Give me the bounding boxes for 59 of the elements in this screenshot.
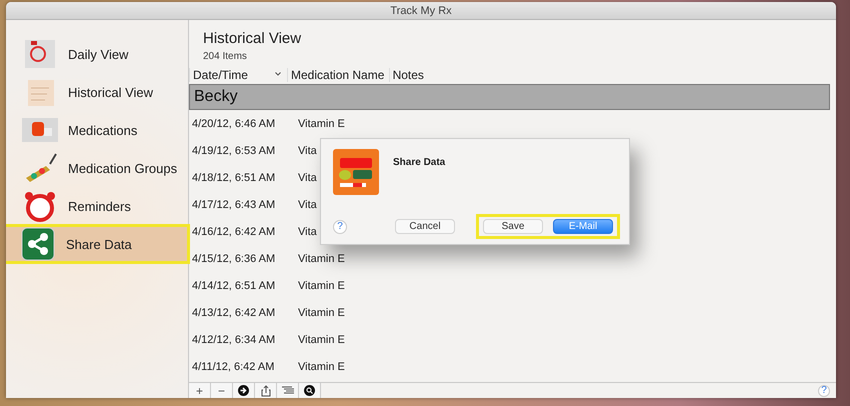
sidebar-item[interactable]: Medications: [6, 112, 188, 148]
column-header[interactable]: Date/Time: [189, 68, 288, 82]
alarm-clock-icon: [22, 190, 58, 222]
table-cell: 4/14/12, 6:51 AM: [192, 280, 276, 292]
table-cell: 4/16/12, 6:42 AM: [192, 226, 276, 238]
table-cell: 4/13/12, 6:42 AM: [192, 306, 276, 318]
help-button[interactable]: ?: [333, 220, 347, 234]
list-icon: [282, 386, 294, 395]
sidebar-item[interactable]: Daily View: [6, 36, 188, 72]
table-cell: 4/17/12, 6:43 AM: [192, 198, 276, 210]
search-button[interactable]: [299, 383, 321, 398]
sidebar-label: Reminders: [68, 198, 131, 214]
sidebar-label: Historical View: [68, 84, 154, 100]
table-cell: 4/12/12, 6:34 AM: [192, 334, 276, 346]
sidebar-item[interactable]: Medication Groups: [6, 150, 188, 186]
column-header[interactable]: Medication Name: [287, 68, 389, 82]
app-icon: [333, 149, 379, 195]
save-button[interactable]: Save: [483, 219, 543, 234]
sidebar-label: Medications: [68, 122, 138, 138]
column-header[interactable]: Notes: [388, 68, 836, 82]
table-cell: 4/19/12, 6:53 AM: [192, 144, 276, 156]
table-cell: 4/15/12, 6:36 AM: [192, 252, 276, 264]
sort-caret-icon: [275, 72, 282, 76]
add-button[interactable]: +: [189, 383, 211, 398]
sidebar-item[interactable]: Share Data: [6, 226, 188, 262]
sidebar-item[interactable]: Historical View: [6, 74, 188, 110]
table-cell: Vitamin E: [298, 306, 345, 318]
table-cell: Vitamin E: [298, 360, 345, 372]
share-icon: [260, 384, 270, 396]
share-icon: [20, 227, 56, 261]
search-icon: [304, 385, 315, 396]
table-cell: Vitamin E: [298, 252, 345, 264]
sidebar-item[interactable]: Reminders: [6, 188, 188, 224]
remove-button[interactable]: −: [211, 383, 233, 398]
table-cell: 4/11/12, 6:42 AM: [192, 360, 274, 372]
table-cell: 4/18/12, 6:51 AM: [192, 172, 276, 184]
cancel-button[interactable]: Cancel: [395, 219, 455, 234]
item-count: 204 Items: [202, 50, 248, 62]
table-cell: Vitamin E: [298, 334, 345, 346]
sidebar-label: Daily View: [68, 46, 128, 62]
table-cell: Vita: [298, 144, 317, 156]
list-button[interactable]: [277, 383, 299, 398]
arrow-button[interactable]: [233, 383, 255, 398]
sidebar-label: Share Data: [66, 236, 132, 252]
table-cell: Vita: [298, 226, 317, 238]
dialog-title: Share Data: [393, 157, 446, 170]
table-cell: Vita: [298, 172, 317, 184]
window-title: Track My Rx: [390, 4, 452, 16]
share-button[interactable]: [255, 383, 277, 398]
table-cell: Vitamin E: [298, 280, 345, 292]
view-title: Historical View: [202, 29, 302, 47]
table-cell: Vita: [298, 198, 317, 210]
table-cell: Vitamin E: [298, 118, 345, 130]
arrow-icon: [238, 385, 249, 396]
sidebar-label: Medication Groups: [68, 160, 178, 176]
table-cell: 4/20/12, 6:46 AM: [192, 118, 276, 130]
calendar-icon: [22, 38, 58, 70]
help-button[interactable]: ?: [818, 384, 830, 396]
group-header: Becky: [189, 84, 830, 110]
